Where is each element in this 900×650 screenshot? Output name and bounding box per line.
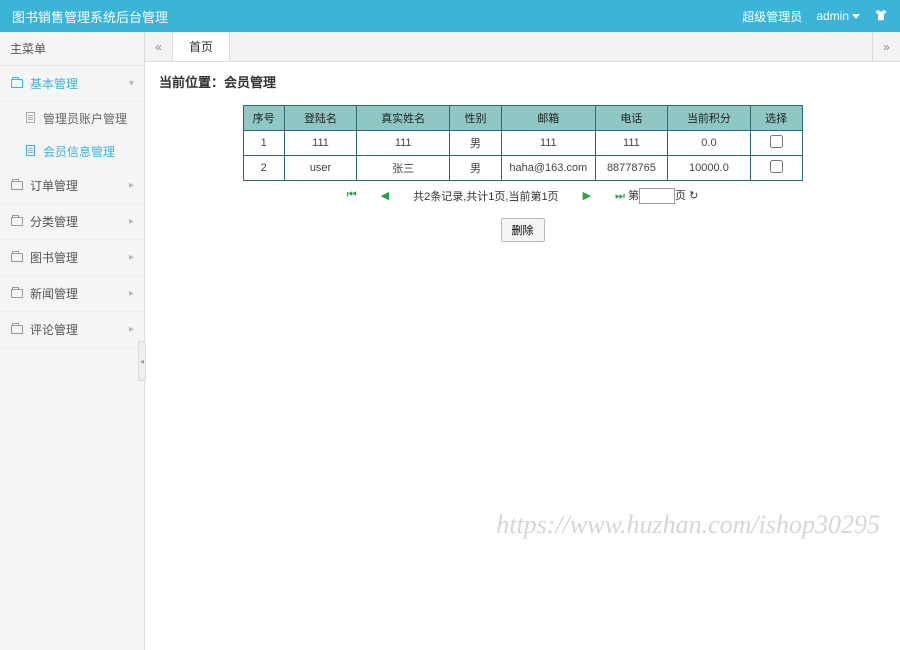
sidebar-sub-member[interactable]: 会员信息管理 bbox=[10, 135, 144, 168]
cell-login: user bbox=[284, 156, 356, 181]
tab-scroll-right[interactable]: » bbox=[872, 32, 900, 61]
app-title: 图书销售管理系统后台管理 bbox=[12, 7, 168, 26]
table-row: 2 user 张三 男 haha@163.com 88778765 10000.… bbox=[243, 156, 802, 181]
member-table: 序号 登陆名 真实姓名 性别 邮箱 电话 当前积分 选择 1 bbox=[243, 105, 803, 181]
chevron-right-icon: ▸ bbox=[129, 288, 134, 299]
sidebar-item-label: 订单管理 bbox=[30, 177, 78, 194]
sidebar-item-category[interactable]: 分类管理 ▸ bbox=[0, 204, 144, 240]
pager-next-icon[interactable]: ▶ bbox=[583, 189, 591, 202]
sidebar-item-label: 图书管理 bbox=[30, 249, 78, 266]
chevron-right-icon: ▸ bbox=[129, 180, 134, 191]
sidebar-sub-label: 会员信息管理 bbox=[43, 143, 115, 160]
cell-email: haha@163.com bbox=[501, 156, 595, 181]
delete-button[interactable]: 删除 bbox=[501, 218, 545, 242]
table-header-row: 序号 登陆名 真实姓名 性别 邮箱 电话 当前积分 选择 bbox=[243, 106, 802, 131]
pager-prefix: 第 bbox=[628, 190, 639, 202]
sidebar-item-news[interactable]: 新闻管理 ▸ bbox=[0, 276, 144, 312]
watermark: https://www.huzhan.com/ishop30295 bbox=[496, 510, 880, 540]
sidebar-title: 主菜单 bbox=[0, 32, 144, 66]
th-points: 当前积分 bbox=[668, 106, 751, 131]
sidebar-sub-label: 管理员账户管理 bbox=[43, 110, 127, 127]
submenu-basic: 管理员账户管理 会员信息管理 bbox=[0, 102, 144, 168]
cell-phone: 88778765 bbox=[595, 156, 667, 181]
cell-phone: 111 bbox=[595, 131, 667, 156]
sidebar-item-book[interactable]: 图书管理 ▸ bbox=[0, 240, 144, 276]
sidebar-sub-admin[interactable]: 管理员账户管理 bbox=[10, 102, 144, 135]
th-name: 真实姓名 bbox=[357, 106, 450, 131]
sidebar-item-label: 基本管理 bbox=[30, 75, 78, 92]
cell-select bbox=[750, 156, 802, 181]
tab-home[interactable]: 首页 bbox=[173, 32, 230, 61]
pager-first-icon[interactable]: ⏮ bbox=[347, 189, 357, 202]
cell-gender: 男 bbox=[450, 156, 502, 181]
th-gender: 性别 bbox=[450, 106, 502, 131]
cell-name: 张三 bbox=[357, 156, 450, 181]
cell-login: 111 bbox=[284, 131, 356, 156]
tab-scroll-left[interactable]: « bbox=[145, 32, 173, 61]
user-menu[interactable]: admin bbox=[816, 9, 860, 23]
row-checkbox[interactable] bbox=[770, 135, 783, 148]
cell-points: 0.0 bbox=[668, 131, 751, 156]
folder-icon bbox=[10, 324, 24, 336]
pager-prev-icon[interactable]: ◀ bbox=[381, 189, 389, 202]
chevron-down-icon: ▾ bbox=[129, 78, 134, 89]
chevron-right-icon: ▸ bbox=[129, 216, 134, 227]
content: 当前位置：会员管理 序号 登陆名 真实姓名 性别 邮箱 电话 当前积分 选择 bbox=[145, 62, 900, 650]
cell-points: 10000.0 bbox=[668, 156, 751, 181]
cell-gender: 男 bbox=[450, 131, 502, 156]
caret-down-icon bbox=[852, 14, 860, 19]
cell-select bbox=[750, 131, 802, 156]
table-row: 1 111 111 男 111 111 0.0 bbox=[243, 131, 802, 156]
cell-idx: 2 bbox=[243, 156, 284, 181]
pager-last-icon[interactable]: ⏭ bbox=[615, 190, 625, 202]
chevron-right-icon: ▸ bbox=[129, 252, 134, 263]
user-role[interactable]: 超级管理员 bbox=[742, 8, 802, 25]
breadcrumb: 当前位置：会员管理 bbox=[159, 72, 886, 91]
folder-icon bbox=[10, 78, 24, 90]
th-idx: 序号 bbox=[243, 106, 284, 131]
chevron-right-icon: ▸ bbox=[129, 324, 134, 335]
pager-summary: 共2条记录,共计1页,当前第1页 bbox=[413, 188, 558, 204]
folder-icon bbox=[10, 288, 24, 300]
th-select: 选择 bbox=[750, 106, 802, 131]
cell-email: 111 bbox=[501, 131, 595, 156]
pager-jump: ⏭ 第 页 ↻ bbox=[615, 187, 698, 204]
pager-suffix: 页 bbox=[675, 190, 686, 202]
shirt-icon[interactable] bbox=[874, 8, 888, 25]
folder-icon bbox=[10, 180, 24, 192]
sidebar-item-comment[interactable]: 评论管理 ▸ bbox=[0, 312, 144, 348]
folder-icon bbox=[10, 216, 24, 228]
breadcrumb-prefix: 当前位置： bbox=[159, 75, 224, 90]
th-phone: 电话 bbox=[595, 106, 667, 131]
top-bar: 图书销售管理系统后台管理 超级管理员 admin bbox=[0, 0, 900, 32]
sidebar-item-label: 评论管理 bbox=[30, 321, 78, 338]
cell-name: 111 bbox=[357, 131, 450, 156]
sidebar-item-label: 新闻管理 bbox=[30, 285, 78, 302]
sidebar: 主菜单 基本管理 ▾ 管理员账户管理 会员信息管理 订单管理 ▸ 分类管理 ▸ bbox=[0, 32, 145, 650]
doc-icon bbox=[26, 112, 38, 126]
main-area: « 首页 » 当前位置：会员管理 序号 登陆名 真实姓名 性别 邮箱 bbox=[145, 32, 900, 650]
th-login: 登陆名 bbox=[284, 106, 356, 131]
sidebar-item-order[interactable]: 订单管理 ▸ bbox=[0, 168, 144, 204]
actions: 删除 bbox=[159, 218, 886, 242]
sidebar-item-label: 分类管理 bbox=[30, 213, 78, 230]
pager-page-input[interactable] bbox=[639, 188, 675, 204]
folder-icon bbox=[10, 252, 24, 264]
row-checkbox[interactable] bbox=[770, 160, 783, 173]
sidebar-item-basic[interactable]: 基本管理 ▾ bbox=[0, 66, 144, 102]
tab-bar: « 首页 » bbox=[145, 32, 900, 62]
top-right: 超级管理员 admin bbox=[742, 8, 888, 25]
th-email: 邮箱 bbox=[501, 106, 595, 131]
pager-go-icon[interactable]: ↻ bbox=[689, 190, 698, 202]
doc-icon bbox=[26, 145, 38, 159]
cell-idx: 1 bbox=[243, 131, 284, 156]
pager: ⏮ ◀ 共2条记录,共计1页,当前第1页 ▶ ⏭ 第 页 ↻ bbox=[159, 187, 886, 204]
breadcrumb-current: 会员管理 bbox=[224, 75, 276, 90]
